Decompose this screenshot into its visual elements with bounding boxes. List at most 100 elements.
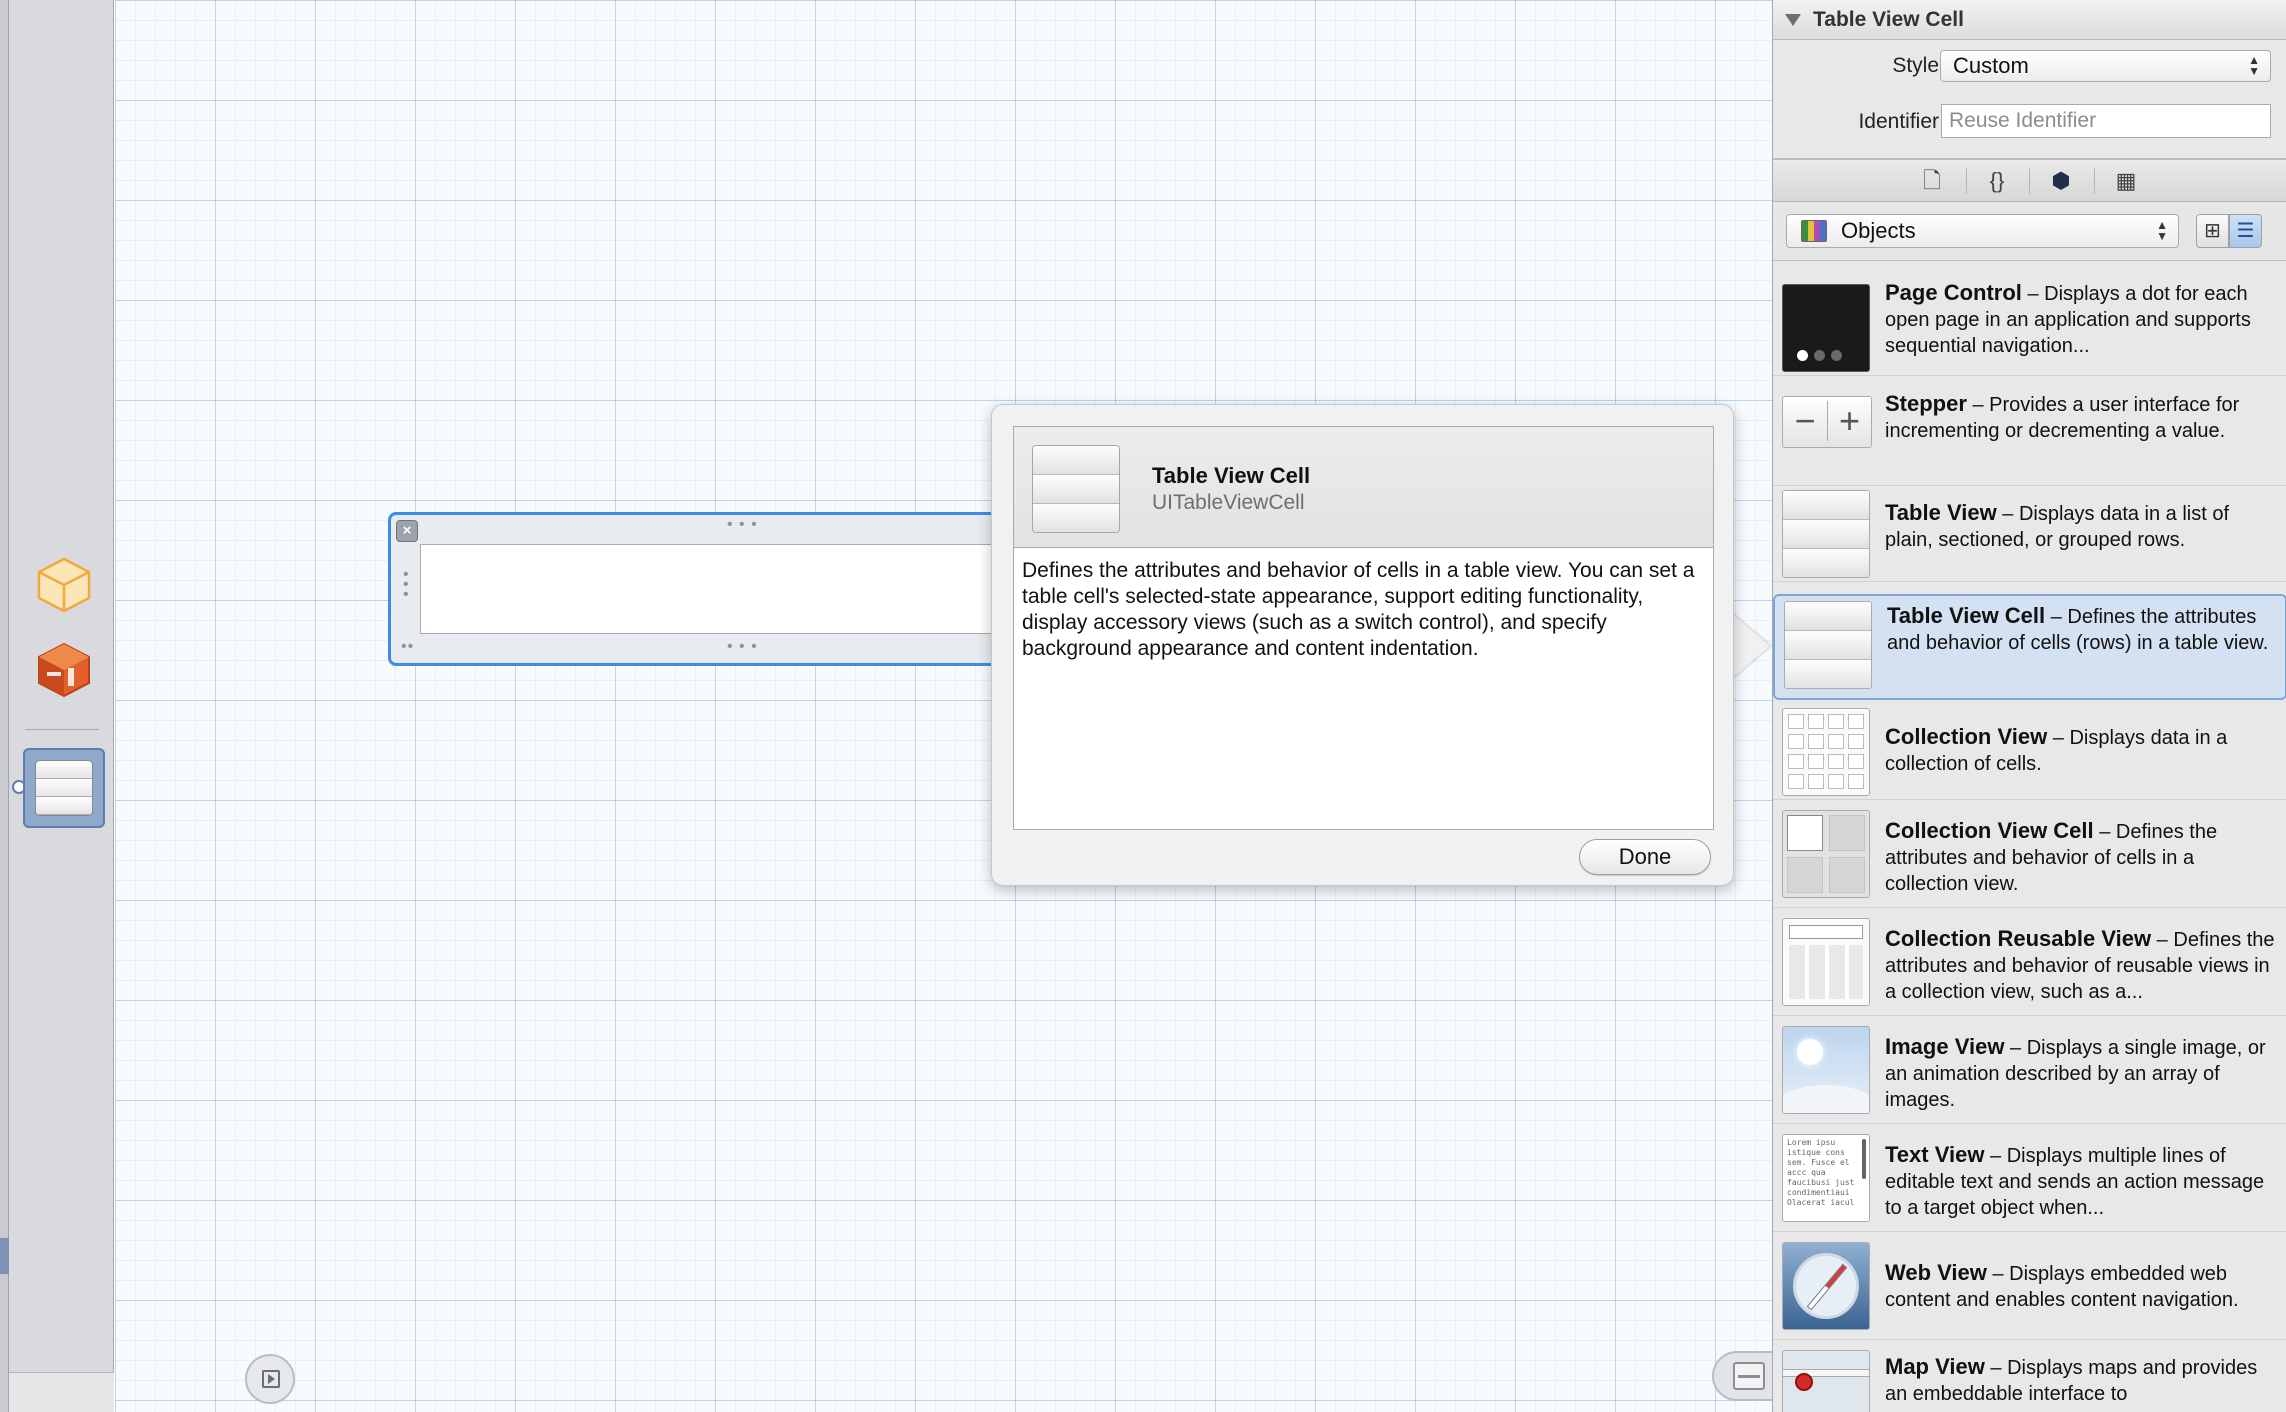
document-outline-toggle-button[interactable] — [245, 1354, 295, 1404]
library-item-text: Collection Reusable View – Defines the a… — [1885, 926, 2280, 1005]
left-edge-strip — [0, 0, 9, 1412]
text-view-icon: Lorem ipsu istique cons sem. Fusce el ac… — [1782, 1134, 1870, 1222]
separator: – — [1996, 503, 2019, 525]
library-item-map-view[interactable]: Map View – Displays maps and provides an… — [1773, 1340, 2286, 1412]
object-info-popover: Table View Cell UITableViewCell Defines … — [991, 404, 1734, 886]
left-resize-handle[interactable]: • • • — [403, 567, 411, 603]
library-item-name: Map View — [1885, 1354, 1985, 1379]
code-braces-icon[interactable]: {} — [1971, 166, 2023, 196]
library-toolbar: Objects ▲ ▼ ⊞ ☰ — [1773, 203, 2286, 261]
library-item-name: Stepper — [1885, 391, 1967, 416]
exit-cube-icon[interactable] — [35, 640, 93, 698]
done-button[interactable]: Done — [1579, 839, 1711, 875]
separator: – — [1986, 1263, 2010, 1285]
library-item-text: Map View – Displays maps and provides an… — [1885, 1354, 2280, 1407]
popover-arrow — [1730, 612, 1770, 680]
top-resize-handle[interactable]: • • • — [727, 517, 758, 533]
disclosure-triangle-icon[interactable] — [1785, 14, 1801, 26]
popover-header: Table View Cell UITableViewCell — [1013, 426, 1714, 547]
library-item-text: Web View – Displays embedded web content… — [1885, 1260, 2280, 1313]
library-item-text: Collection View Cell – Defines the attri… — [1885, 818, 2280, 897]
stepper-icon: − + — [1782, 396, 1872, 448]
library-tab-bar: 🗋 {} ⬢ ▦ — [1773, 160, 2286, 202]
tab-separator — [2029, 168, 2030, 194]
library-item-name: Table View — [1885, 500, 1997, 525]
library-filter-value: Objects — [1841, 218, 1916, 243]
library-item-text-view[interactable]: Lorem ipsu istique cons sem. Fusce el ac… — [1773, 1124, 2286, 1232]
collection-view-cell-icon — [1782, 810, 1870, 898]
library-filter-select[interactable]: Objects ▲ ▼ — [1786, 214, 2179, 248]
table-cell-icon — [1032, 445, 1120, 533]
library-item-table-view[interactable]: Table View – Displays data in a list of … — [1773, 486, 2286, 582]
file-template-icon[interactable]: 🗋 — [1906, 166, 1958, 196]
grid-view-icon[interactable]: ⊞ — [2196, 214, 2229, 248]
align-button[interactable] — [1733, 1362, 1766, 1390]
library-item-name: Page Control — [1885, 280, 2022, 305]
play-outline-icon — [262, 1370, 280, 1388]
chevron-updown-icon: ▲ ▼ — [2248, 53, 2260, 78]
library-item-collection-view-cell[interactable]: Collection View Cell – Defines the attri… — [1773, 800, 2286, 908]
library-item-name: Web View — [1885, 1260, 1987, 1285]
table-view-cell-scene[interactable]: × • • • • • • ••• ••• •• •• •• — [388, 512, 1094, 666]
objects-library-icon — [1801, 220, 1827, 242]
safari-compass-icon — [1782, 1242, 1870, 1330]
inspector-section-header[interactable]: Table View Cell — [1773, 0, 2286, 40]
library-item-table-view-cell[interactable]: Table View Cell – Defines the attributes… — [1773, 594, 2286, 700]
table-view-cell-icon — [1784, 601, 1872, 689]
library-item-text: Page Control – Displays a dot for each o… — [1885, 280, 2280, 359]
left-edge-accent — [0, 1238, 9, 1274]
corner-resize-handle[interactable]: •• — [401, 639, 414, 655]
separator: – — [2021, 283, 2045, 305]
separator: – — [2004, 1037, 2027, 1059]
collection-view-icon — [1782, 708, 1870, 796]
style-select[interactable]: Custom ▲ ▼ — [1940, 50, 2271, 82]
table-view-icon — [1782, 490, 1870, 578]
library-item-page-control[interactable]: Page Control – Displays a dot for each o… — [1773, 262, 2286, 376]
library-item-text: Collection View – Displays data in a col… — [1885, 724, 2280, 777]
library-item-web-view[interactable]: Web View – Displays embedded web content… — [1773, 1232, 2286, 1340]
popover-class-name: UITableViewCell — [1152, 491, 1305, 514]
document-outline-dock — [9, 0, 114, 1412]
tab-separator — [1966, 168, 1967, 194]
library-item-name: Table View Cell — [1887, 603, 2046, 628]
library-item-image-view[interactable]: Image View – Displays a single image, or… — [1773, 1016, 2286, 1124]
reuse-identifier-input[interactable] — [1941, 104, 2271, 138]
library-item-text: Image View – Displays a single image, or… — [1885, 1034, 2280, 1113]
library-item-collection-view[interactable]: Collection View – Displays data in a col… — [1773, 702, 2286, 800]
collection-reusable-view-icon — [1782, 918, 1870, 1006]
media-film-icon[interactable]: ▦ — [2100, 166, 2152, 196]
utilities-inspector: Table View Cell Style Custom ▲ ▼ Identifi… — [1772, 0, 2286, 1412]
table-cell-icon — [35, 760, 93, 816]
inspector-section-title: Table View Cell — [1813, 8, 1964, 31]
separator: – — [2045, 606, 2068, 628]
separator: – — [2151, 929, 2174, 951]
library-item-name: Text View — [1885, 1142, 1985, 1167]
tab-separator — [2094, 168, 2095, 194]
separator: – — [1966, 394, 1990, 416]
library-item-stepper[interactable]: − + Stepper – Provides a user interface f… — [1773, 376, 2286, 486]
dock-bottom-bar — [9, 1372, 114, 1412]
library-item-text: Stepper – Provides a user interface for … — [1885, 391, 2280, 444]
library-item-collection-reusable-view[interactable]: Collection Reusable View – Defines the a… — [1773, 908, 2286, 1016]
list-view-icon[interactable]: ☰ — [2229, 214, 2262, 248]
first-responder-cube-icon[interactable] — [35, 555, 93, 613]
bottom-resize-handle[interactable]: • • • — [727, 639, 758, 655]
identifier-label: Identifier — [1858, 110, 1939, 133]
object-library-list: Page Control – Displays a dot for each o… — [1773, 262, 2286, 1412]
separator: – — [2047, 727, 2070, 749]
library-item-text: Text View – Displays multiple lines of e… — [1885, 1142, 2280, 1221]
chevron-updown-icon: ▲ ▼ — [2156, 218, 2168, 243]
style-label: Style — [1892, 54, 1939, 77]
separator: – — [1984, 1145, 2007, 1167]
library-item-text: Table View – Displays data in a list of … — [1885, 500, 2280, 553]
map-pin-icon — [1782, 1350, 1870, 1412]
library-item-name: Image View — [1885, 1034, 2005, 1059]
dock-separator — [25, 729, 99, 730]
separator: – — [2093, 821, 2116, 843]
cell-content-view[interactable] — [420, 544, 1064, 634]
object-cube-icon[interactable]: ⬢ — [2035, 166, 2087, 196]
separator: – — [1984, 1357, 2008, 1379]
table-view-cell-dock-item[interactable] — [23, 748, 105, 828]
close-icon[interactable]: × — [396, 520, 418, 542]
image-view-icon — [1782, 1026, 1870, 1114]
